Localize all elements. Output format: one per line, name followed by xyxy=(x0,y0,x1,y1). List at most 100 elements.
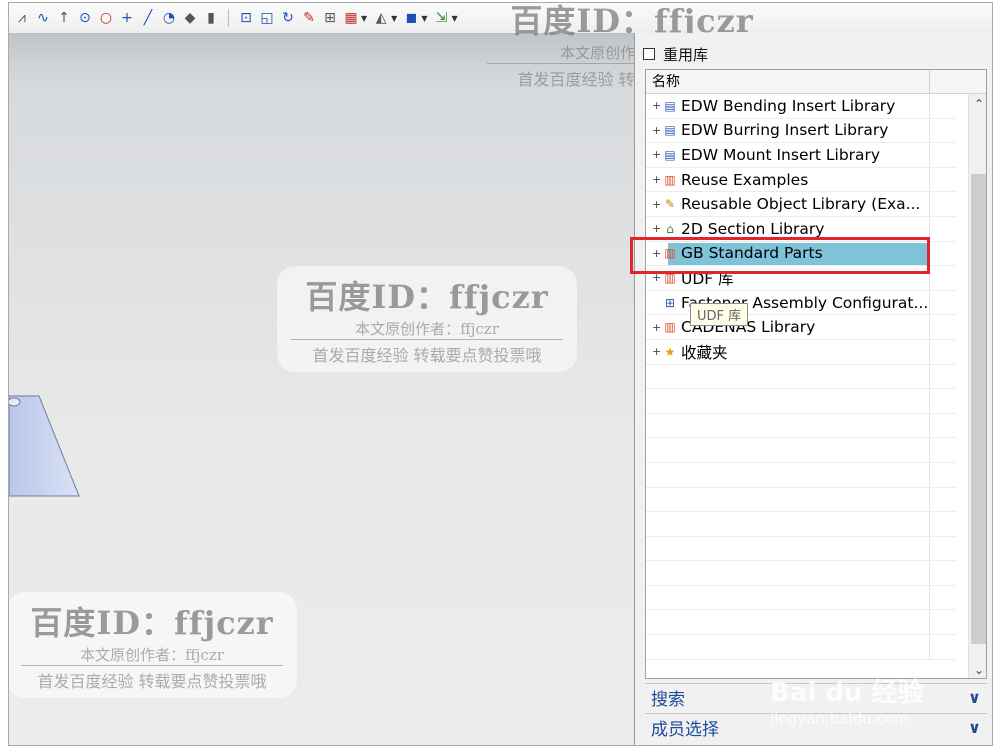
column-header-name[interactable]: 名称 xyxy=(646,70,986,94)
column-divider xyxy=(929,192,930,216)
tree-item[interactable]: + ▤ EDW Mount Insert Library xyxy=(646,143,956,168)
empty-row xyxy=(646,438,956,463)
tree-item[interactable]: + ▤ EDW Bending Insert Library xyxy=(646,94,956,119)
expand-icon[interactable]: + xyxy=(652,321,661,334)
plus-icon[interactable]: + xyxy=(118,9,136,27)
column-divider xyxy=(929,339,930,364)
graphics-window[interactable]: 百度ID：ffjczr 本文原创作者：ffjczr 首发百度经验 转载要点赞投票… xyxy=(9,3,777,745)
empty-row xyxy=(646,610,956,636)
watermark-bottom-left: 百度ID：ffjczr 本文原创作者：ffjczr 首发百度经验 转载要点赞投票… xyxy=(9,592,297,698)
edit-icon: ✎ xyxy=(664,197,676,212)
baidu-logo: Bai du 经验 xyxy=(770,678,924,708)
circle-icon[interactable]: ○ xyxy=(97,9,115,27)
column-divider xyxy=(929,512,930,536)
tree-item-label: GB Standard Parts xyxy=(681,244,823,263)
column-divider xyxy=(929,94,930,118)
tree-item[interactable]: + ▥ GB Standard Parts xyxy=(646,242,956,267)
column-divider xyxy=(929,290,930,315)
search-section-label: 搜索 xyxy=(651,690,685,710)
tooltip: UDF 库 xyxy=(690,303,749,326)
library-icon: ▤ xyxy=(664,98,676,113)
tree-item[interactable]: + ▤ EDW Burring Insert Library xyxy=(646,118,956,144)
panel-title[interactable]: 重用库 xyxy=(643,43,708,65)
paint-icon[interactable]: ✎ xyxy=(300,9,318,27)
empty-row xyxy=(646,364,956,390)
tree-item[interactable]: + ▥ Reuse Examples xyxy=(646,167,956,193)
expand-icon[interactable]: + xyxy=(652,222,661,235)
tree-item-label: Reuse Examples xyxy=(681,170,809,189)
rotate-icon[interactable]: ↻ xyxy=(279,9,297,27)
tree-item[interactable]: + ✎ Reusable Object Library (Exa... xyxy=(646,192,956,217)
spline-icon[interactable]: ⩘ xyxy=(13,9,31,27)
cube-icon[interactable]: ◼ xyxy=(402,9,420,27)
scroll-up-icon[interactable]: ⌃ xyxy=(969,94,986,114)
section-icon: ⌂ xyxy=(666,221,674,236)
fill-icon[interactable]: ◆ xyxy=(181,9,199,27)
view-icon[interactable]: ⊡ xyxy=(237,9,255,27)
member-select-section-label: 成员选择 xyxy=(651,720,719,740)
baidu-url: jingyan.baidu.com xyxy=(770,710,909,728)
column-divider xyxy=(929,143,930,167)
chevron-down-icon[interactable]: ▼ xyxy=(391,14,397,23)
books-icon: ▥ xyxy=(664,172,676,187)
library-tree[interactable]: 名称 + ▤ EDW Bending Insert Library + ▤ EDW Bur… xyxy=(645,69,987,679)
tree-icon[interactable]: ⊞ xyxy=(321,9,339,27)
chevron-down-icon[interactable]: ▼ xyxy=(451,14,457,23)
tree-item-label: EDW Burring Insert Library xyxy=(681,121,889,140)
column-header-label: 名称 xyxy=(652,74,680,90)
tree-item[interactable]: + ★ 收藏夹 xyxy=(646,339,956,365)
empty-row xyxy=(646,413,956,439)
tree-item-label: 2D Section Library xyxy=(681,219,825,238)
books-icon: ▥ xyxy=(664,320,676,335)
column-divider xyxy=(929,610,930,635)
watermark-center: 百度ID：ffjczr 本文原创作者：ffjczr 首发百度经验 转载要点赞投票… xyxy=(277,266,577,372)
fastener-icon: ⊞ xyxy=(664,295,676,310)
empty-row xyxy=(646,462,956,488)
empty-row xyxy=(646,512,956,537)
column-divider xyxy=(929,118,930,143)
column-divider xyxy=(929,167,930,192)
library-icon: ▤ xyxy=(664,147,676,162)
chevron-down-icon[interactable]: ▼ xyxy=(421,14,427,23)
chevron-down-icon[interactable]: ∨ xyxy=(968,718,981,737)
tree-item-label: Reusable Object Library (Exa... xyxy=(681,195,921,214)
vertical-scrollbar[interactable]: ⌃ ⌄ xyxy=(968,94,986,678)
column-divider xyxy=(929,364,930,389)
expand-icon[interactable]: + xyxy=(652,99,661,112)
chevron-down-icon[interactable]: ▼ xyxy=(361,14,367,23)
expand-icon[interactable]: + xyxy=(652,271,661,284)
chevron-down-icon[interactable]: ∨ xyxy=(968,688,981,707)
line-icon[interactable]: ╱ xyxy=(139,9,157,27)
expand-icon[interactable]: + xyxy=(652,124,661,137)
column-divider xyxy=(929,438,930,462)
expand-icon[interactable]: + xyxy=(652,345,661,358)
collapse-box-icon[interactable] xyxy=(643,48,655,60)
books-icon: ▥ xyxy=(664,270,676,285)
grid-icon[interactable]: ▦ xyxy=(342,9,360,27)
reuse-library-panel: 重用库 名称 + ▤ EDW Bending Insert Library + ▤ EDW… xyxy=(634,33,992,745)
column-divider xyxy=(929,462,930,487)
expand-icon[interactable]: + xyxy=(652,247,661,260)
cone-model[interactable] xyxy=(9,386,89,506)
expand-icon[interactable]: + xyxy=(652,173,661,186)
column-divider[interactable] xyxy=(929,70,930,94)
tree-rows: + ▤ EDW Bending Insert Library + ▤ EDW Burrin… xyxy=(646,94,956,678)
scrollbar-thumb[interactable] xyxy=(971,174,986,644)
rect-icon[interactable]: ◱ xyxy=(258,9,276,27)
tree-item[interactable]: + ▥ UDF 库 xyxy=(646,266,956,291)
circle-center-icon[interactable]: ⊙ xyxy=(76,9,94,27)
app-window: ⩘ ∿ ↑ ⊙ ○ + ╱ ◔ ◆ ▮ ⊡ ◱ ↻ ✎ ⊞ ▦ ▼ ◭ ▼ ◼ … xyxy=(8,2,993,746)
empty-row xyxy=(646,635,956,660)
empty-row xyxy=(646,561,956,586)
curve-icon[interactable]: ∿ xyxy=(34,9,52,27)
expand-icon[interactable]: + xyxy=(652,148,661,161)
shape-icon[interactable]: ◭ xyxy=(372,9,390,27)
scroll-down-icon[interactable]: ⌄ xyxy=(969,660,986,678)
expand-icon[interactable]: + xyxy=(652,198,661,211)
tree-item[interactable]: + ⌂ 2D Section Library xyxy=(646,216,956,242)
move-icon[interactable]: ⇲ xyxy=(432,9,450,27)
point-icon[interactable]: ↑ xyxy=(55,9,73,27)
column-divider xyxy=(929,389,930,413)
book-icon[interactable]: ▮ xyxy=(202,9,220,27)
arc-icon[interactable]: ◔ xyxy=(160,9,178,27)
